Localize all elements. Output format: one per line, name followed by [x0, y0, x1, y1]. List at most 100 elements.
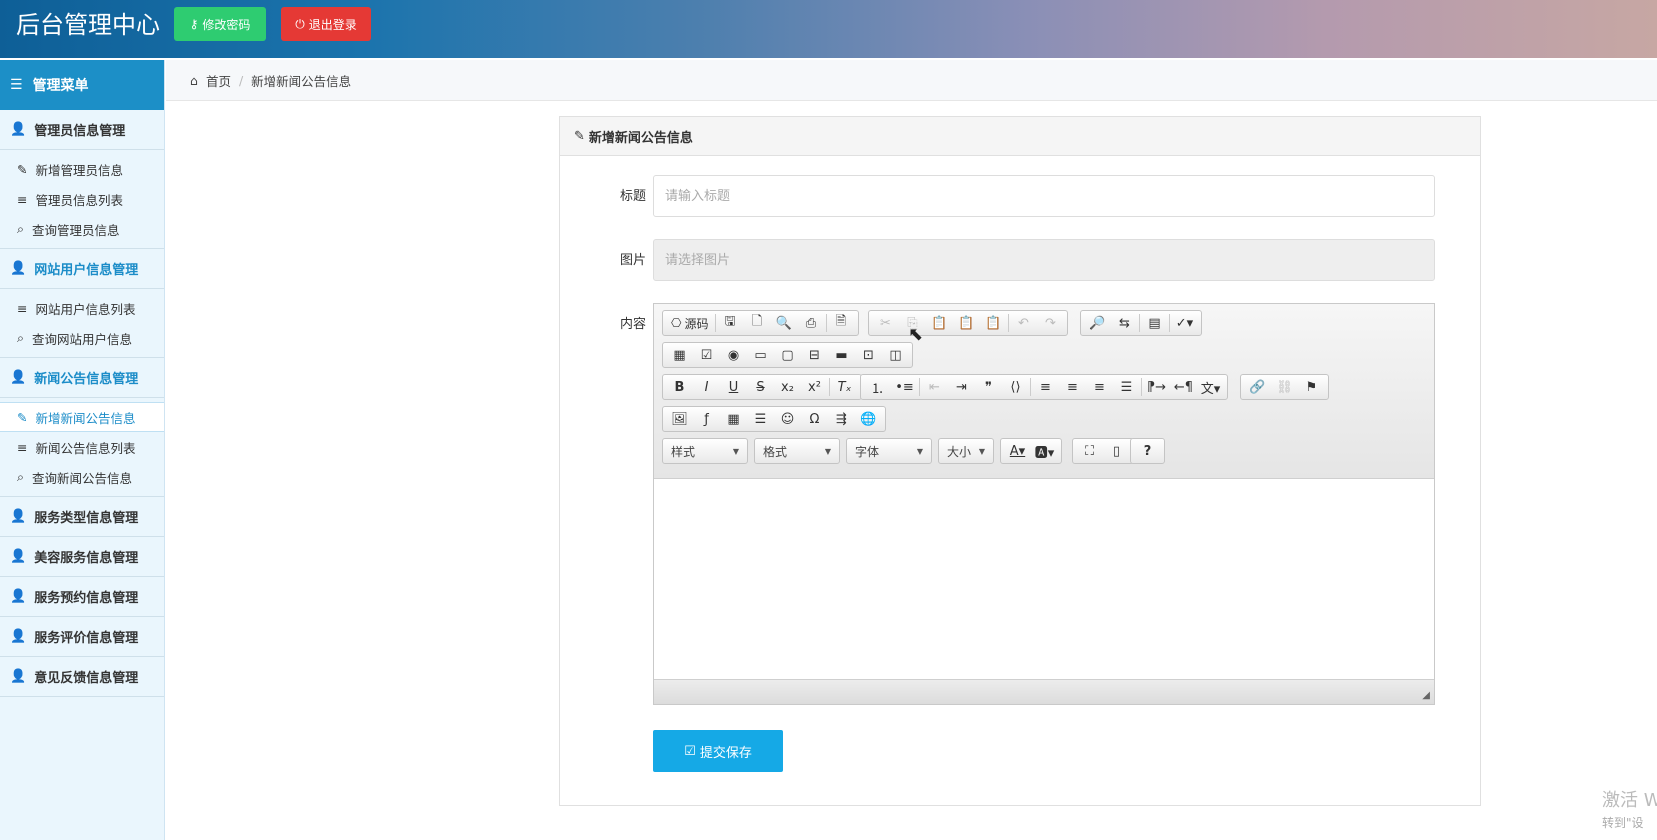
subscript-icon[interactable]: x₂	[774, 376, 801, 398]
strike-icon[interactable]: S	[747, 376, 774, 398]
change-password-button[interactable]: ⚷ 修改密码	[174, 7, 266, 41]
size-dropdown[interactable]: 大小 ▼	[938, 438, 994, 464]
save-icon[interactable]: 🖫	[717, 312, 744, 334]
sidebar-group-label: 管理员信息管理	[34, 124, 126, 139]
sidebar-item-user-list[interactable]: ≡ 网站用户信息列表	[0, 293, 164, 323]
redo-icon[interactable]: ↷	[1037, 312, 1064, 334]
sidebar-group-news[interactable]: 👤 新闻公告信息管理	[0, 358, 164, 398]
replace-icon[interactable]: ⇆	[1111, 312, 1138, 334]
paste-text-icon[interactable]: 📋	[953, 312, 980, 334]
sidebar-group-service-type[interactable]: 👤 服务类型信息管理	[0, 497, 164, 537]
sidebar-item-admin-list[interactable]: ≡ 管理员信息列表	[0, 184, 164, 214]
help-icon[interactable]: ?	[1134, 440, 1161, 462]
textfield-icon[interactable]: ▭	[747, 344, 774, 366]
toolbar-group-tools: ⛶ ▯	[1072, 438, 1134, 464]
text-color-icon[interactable]: A▾	[1004, 440, 1031, 462]
sidebar-group-admin[interactable]: 👤 管理员信息管理	[0, 110, 164, 150]
toolbar-group-paragraph: ⒈ •≡ ⇤ ⇥ ❞ ⟨⟩ ≡ ≡ ≡ ☰ ⁋→ ←¶ 文▾	[860, 374, 1228, 400]
sidebar-item-search-admin[interactable]: ⌕ 查询管理员信息	[0, 214, 164, 244]
templates-icon[interactable]: 🗎	[828, 312, 855, 334]
font-dropdown[interactable]: 字体 ▼	[846, 438, 932, 464]
select-icon[interactable]: ⊟	[801, 344, 828, 366]
hidden-field-icon[interactable]: ◫	[882, 344, 909, 366]
show-blocks-icon[interactable]: ▯	[1103, 440, 1130, 462]
sidebar-group-users[interactable]: 👤 网站用户信息管理	[0, 249, 164, 289]
smiley-icon[interactable]: ☺	[774, 408, 801, 430]
format-dropdown[interactable]: 格式 ▼	[754, 438, 840, 464]
div-container-icon[interactable]: ⟨⟩	[1002, 376, 1029, 398]
blockquote-icon[interactable]: ❞	[975, 376, 1002, 398]
rtl-icon[interactable]: ←¶	[1170, 376, 1197, 398]
image-button-icon[interactable]: ⊡	[855, 344, 882, 366]
resize-handle-icon[interactable]: ◢	[1422, 690, 1430, 701]
source-button[interactable]: ⎔ 源码	[666, 312, 714, 334]
align-right-icon[interactable]: ≡	[1086, 376, 1113, 398]
checkbox-icon[interactable]: ☑	[693, 344, 720, 366]
unlink-icon[interactable]: ⛓	[1271, 376, 1298, 398]
outdent-icon[interactable]: ⇤	[921, 376, 948, 398]
submit-button[interactable]: ☑ 提交保存	[653, 730, 783, 772]
sidebar-group-review[interactable]: 👤 服务评价信息管理	[0, 617, 164, 657]
format-label: 格式	[763, 444, 788, 459]
radio-icon[interactable]: ◉	[720, 344, 747, 366]
spellcheck-icon[interactable]: ✓▾	[1171, 312, 1198, 334]
user-icon: 👤	[10, 122, 27, 137]
form-icon[interactable]: ▦	[666, 344, 693, 366]
sidebar-item-search-user[interactable]: ⌕ 查询网站用户信息	[0, 323, 164, 353]
horizontal-rule-icon[interactable]: ☰	[747, 408, 774, 430]
user-icon: 👤	[10, 509, 27, 524]
superscript-icon[interactable]: x²	[801, 376, 828, 398]
title-input[interactable]	[653, 175, 1435, 217]
logout-button[interactable]: ⏻ 退出登录	[281, 7, 371, 41]
indent-icon[interactable]: ⇥	[948, 376, 975, 398]
sidebar-item-search-news[interactable]: ⌕ 查询新闻公告信息	[0, 462, 164, 492]
editor-content-area[interactable]	[654, 479, 1434, 679]
sidebar-group-booking[interactable]: 👤 服务预约信息管理	[0, 577, 164, 617]
image-label: 图片	[620, 253, 647, 268]
image-input[interactable]	[653, 239, 1435, 281]
paste-icon[interactable]: 📋	[926, 312, 953, 334]
find-icon[interactable]: 🔎	[1084, 312, 1111, 334]
submit-label: 提交保存	[699, 745, 752, 761]
italic-icon[interactable]: I	[693, 376, 720, 398]
align-left-icon[interactable]: ≡	[1032, 376, 1059, 398]
new-page-icon[interactable]: 🗋	[744, 312, 771, 334]
breadcrumb-home[interactable]: 首页	[206, 71, 231, 90]
align-center-icon[interactable]: ≡	[1059, 376, 1086, 398]
link-icon[interactable]: 🔗	[1244, 376, 1271, 398]
align-justify-icon[interactable]: ☰	[1113, 376, 1140, 398]
cut-icon[interactable]: ✂	[872, 312, 899, 334]
select-all-icon[interactable]: ▤	[1141, 312, 1168, 334]
sidebar-group-beauty-service[interactable]: 👤 美容服务信息管理	[0, 537, 164, 577]
table-icon[interactable]: ▦	[720, 408, 747, 430]
anchor-icon[interactable]: ⚑	[1298, 376, 1325, 398]
flash-icon[interactable]: ƒ	[693, 408, 720, 430]
sidebar-item-label: 管理员信息列表	[35, 192, 123, 208]
iframe-icon[interactable]: 🌐	[855, 408, 882, 430]
bold-icon[interactable]: B	[666, 376, 693, 398]
bulleted-list-icon[interactable]: •≡	[891, 376, 918, 398]
button-icon[interactable]: ▬	[828, 344, 855, 366]
sidebar-item-news-list[interactable]: ≡ 新闻公告信息列表	[0, 432, 164, 462]
special-char-icon[interactable]: Ω	[801, 408, 828, 430]
bg-color-icon[interactable]: 🅰▾	[1031, 440, 1058, 462]
sidebar-item-add-admin[interactable]: ✎ 新增管理员信息	[0, 154, 164, 184]
image-icon[interactable]: 🖼	[666, 408, 693, 430]
maximize-icon[interactable]: ⛶	[1076, 440, 1103, 462]
print-icon[interactable]: ⎙	[798, 312, 825, 334]
remove-format-icon[interactable]: Tₓ	[831, 376, 858, 398]
sidebar-group-feedback[interactable]: 👤 意见反馈信息管理	[0, 657, 164, 697]
undo-icon[interactable]: ↶	[1010, 312, 1037, 334]
numbered-list-icon[interactable]: ⒈	[864, 376, 891, 398]
underline-icon[interactable]: U	[720, 376, 747, 398]
sidebar-item-add-news[interactable]: ✎ 新增新闻公告信息	[0, 402, 164, 432]
ltr-icon[interactable]: ⁋→	[1143, 376, 1170, 398]
page-break-icon[interactable]: ⇶	[828, 408, 855, 430]
preview-icon[interactable]: 🔍	[771, 312, 798, 334]
language-icon[interactable]: 文▾	[1197, 376, 1224, 398]
textarea-icon[interactable]: ▢	[774, 344, 801, 366]
sidebar-submenu-admin: ✎ 新增管理员信息 ≡ 管理员信息列表 ⌕ 查询管理员信息	[0, 150, 164, 249]
styles-dropdown[interactable]: 样式 ▼	[662, 438, 748, 464]
rich-text-editor[interactable]: ⎔ 源码 🖫 🗋 🔍 ⎙ 🗎 ✂ ⎘ 📋 📋 📋 ↶ ↷ 🔎 ⇆ ▤ ✓▾ ▦ …	[653, 303, 1435, 705]
paste-word-icon[interactable]: 📋	[980, 312, 1007, 334]
